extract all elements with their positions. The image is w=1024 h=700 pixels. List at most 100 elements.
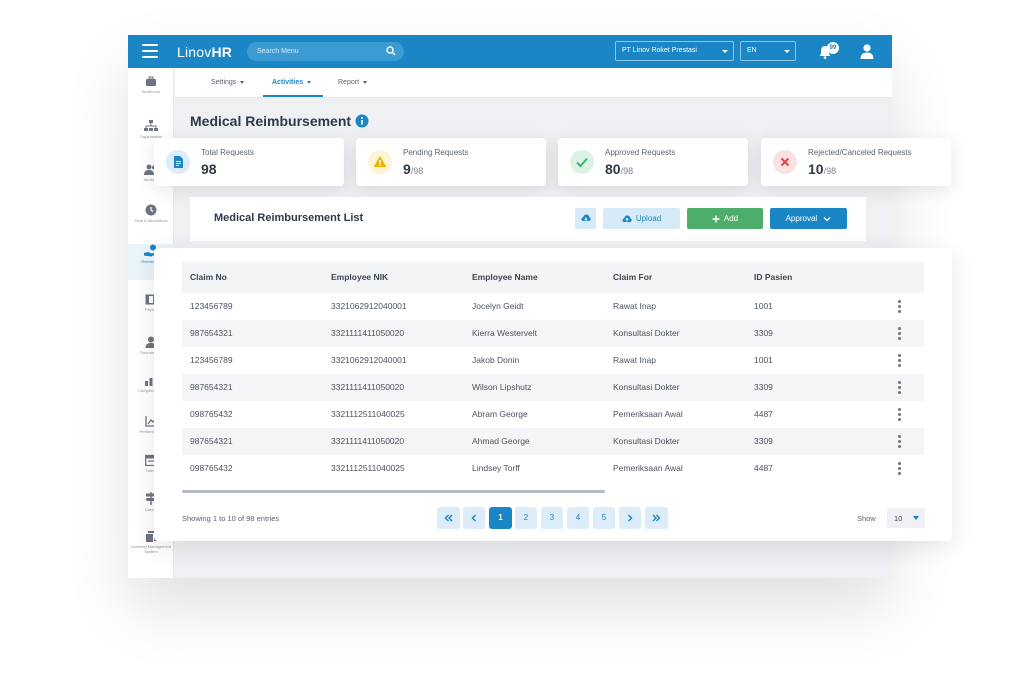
cell-employee-nik: 3321062912040001 <box>331 301 407 311</box>
language-select[interactable]: EN <box>740 41 796 61</box>
chevron-down-icon <box>722 50 728 53</box>
download-button[interactable] <box>575 208 596 229</box>
active-tab-indicator <box>263 95 323 97</box>
caret-down-icon <box>913 516 919 520</box>
column-header-claim-no[interactable]: Claim No <box>190 272 227 282</box>
cell-claim-no: 987654321 <box>190 382 233 392</box>
table-row[interactable]: 098765432 3321112511040025 Abram George … <box>182 401 924 428</box>
table-row[interactable]: 987654321 3321111411050020 Wilson Lipshu… <box>182 374 924 401</box>
sidebar-item-label: Learning Management System <box>130 544 172 554</box>
stat-value: 80/98 <box>605 161 634 177</box>
table-row[interactable]: 987654321 3321111411050020 Kierra Wester… <box>182 320 924 347</box>
sidebar-item-workforce[interactable]: Workforce <box>128 76 174 112</box>
cell-claim-for: Rawat Inap <box>613 301 656 311</box>
checkmark-icon <box>570 150 594 174</box>
horizontal-scrollbar[interactable] <box>182 490 605 493</box>
info-icon[interactable] <box>355 114 369 128</box>
cell-employee-name: Jakob Donin <box>472 355 520 365</box>
chevron-down-icon <box>823 216 831 222</box>
tab-activities[interactable]: Activities <box>272 79 312 86</box>
page-size-select[interactable]: 10 <box>887 508 925 528</box>
prev-page-button[interactable] <box>463 507 485 529</box>
cell-employee-nik: 3321111411050020 <box>331 382 405 392</box>
sub-navigation: Settings Activities Report <box>175 68 892 98</box>
row-actions-icon[interactable] <box>898 435 902 448</box>
last-page-button[interactable] <box>645 507 668 529</box>
cell-claim-no: 987654321 <box>190 328 233 338</box>
first-page-button[interactable] <box>437 507 460 529</box>
cloud-download-icon <box>581 214 591 222</box>
table-row[interactable]: 123456789 3321062912040001 Jakob Donin R… <box>182 347 924 374</box>
list-title: Medical Reimbursement List <box>214 212 364 224</box>
page-button-2[interactable]: 2 <box>515 507 537 529</box>
cell-id-pasien: 4487 <box>754 463 773 473</box>
top-bar: LinovHR PT Linov Roket Prestasi EN 99 <box>128 35 892 68</box>
stat-card-approved: Approved Requests 80/98 <box>558 138 748 186</box>
cell-employee-nik: 3321111411050020 <box>331 328 405 338</box>
row-actions-icon[interactable] <box>898 300 902 313</box>
document-icon <box>166 150 190 174</box>
stat-card-pending: Pending Requests 9/98 <box>356 138 546 186</box>
cell-id-pasien: 1001 <box>754 355 773 365</box>
cell-id-pasien: 1001 <box>754 301 773 311</box>
approval-dropdown-button[interactable]: Approval <box>770 208 847 229</box>
cell-id-pasien: 3309 <box>754 436 773 446</box>
row-actions-icon[interactable] <box>898 327 902 340</box>
search-bar <box>247 42 404 61</box>
page-button-5[interactable]: 5 <box>593 507 615 529</box>
caret-down-icon <box>307 80 312 84</box>
chevron-right-icon <box>628 514 633 522</box>
plus-icon <box>712 215 720 223</box>
table-row[interactable]: 123456789 3321062912040001 Jocelyn Geidt… <box>182 293 924 320</box>
column-header-employee-name[interactable]: Employee Name <box>472 272 538 282</box>
search-icon[interactable] <box>386 46 396 56</box>
add-button[interactable]: Add <box>687 208 763 229</box>
cell-employee-name: Abram George <box>472 409 528 419</box>
cell-claim-no: 123456789 <box>190 355 233 365</box>
row-actions-icon[interactable] <box>898 462 902 475</box>
row-actions-icon[interactable] <box>898 354 902 367</box>
clock-icon <box>145 204 157 216</box>
upload-button[interactable]: Upload <box>603 208 680 229</box>
company-select-value: PT Linov Roket Prestasi <box>622 47 697 54</box>
page-button-1[interactable]: 1 <box>489 507 512 529</box>
row-actions-icon[interactable] <box>898 381 902 394</box>
stat-label: Pending Requests <box>403 148 469 157</box>
sidebar-item-label: Workforce <box>141 89 161 94</box>
stat-value: 98 <box>201 161 217 177</box>
entries-summary: Showing 1 to 10 of 98 entries <box>182 514 280 523</box>
page-button-3[interactable]: 3 <box>541 507 563 529</box>
cell-claim-for: Konsultasi Dokter <box>613 382 680 392</box>
page-size-label: Show <box>857 514 876 523</box>
sidebar-item-label: Time & Attendance <box>134 218 168 223</box>
cell-claim-for: Konsultasi Dokter <box>613 328 680 338</box>
cell-employee-nik: 3321112511040025 <box>331 463 405 473</box>
cell-employee-name: Wilson Lipshutz <box>472 382 532 392</box>
table-row[interactable]: 987654321 3321111411050020 Ahmad George … <box>182 428 924 455</box>
company-select[interactable]: PT Linov Roket Prestasi <box>615 41 734 61</box>
search-input[interactable] <box>257 45 377 58</box>
cell-employee-nik: 3321112511040025 <box>331 409 405 419</box>
column-header-claim-for[interactable]: Claim For <box>613 272 652 282</box>
column-header-employee-nik[interactable]: Employee NIK <box>331 272 388 282</box>
page-button-4[interactable]: 4 <box>567 507 589 529</box>
double-chevron-left-icon <box>444 514 453 522</box>
column-header-id-pasien[interactable]: ID Pasien <box>754 272 792 282</box>
sidebar-item-time-attendance[interactable]: Time & Attendance <box>128 204 174 240</box>
row-actions-icon[interactable] <box>898 408 902 421</box>
brand-logo: LinovHR <box>177 44 233 60</box>
page-size-value: 10 <box>894 514 903 523</box>
cell-employee-name: Ahmad George <box>472 436 530 446</box>
close-icon <box>773 150 797 174</box>
double-chevron-right-icon <box>652 514 661 522</box>
user-avatar-icon[interactable] <box>859 43 875 59</box>
tab-report[interactable]: Report <box>338 79 368 86</box>
tab-settings[interactable]: Settings <box>211 79 245 86</box>
table-row[interactable]: 098765432 3321112511040025 Lindsey Torff… <box>182 455 924 482</box>
approval-button-label: Approval <box>785 214 818 223</box>
language-select-value: EN <box>747 47 757 54</box>
cell-claim-for: Pemeriksaan Awal <box>613 463 683 473</box>
caret-down-icon <box>363 80 368 84</box>
next-page-button[interactable] <box>619 507 641 529</box>
hamburger-menu-icon[interactable] <box>142 44 158 58</box>
